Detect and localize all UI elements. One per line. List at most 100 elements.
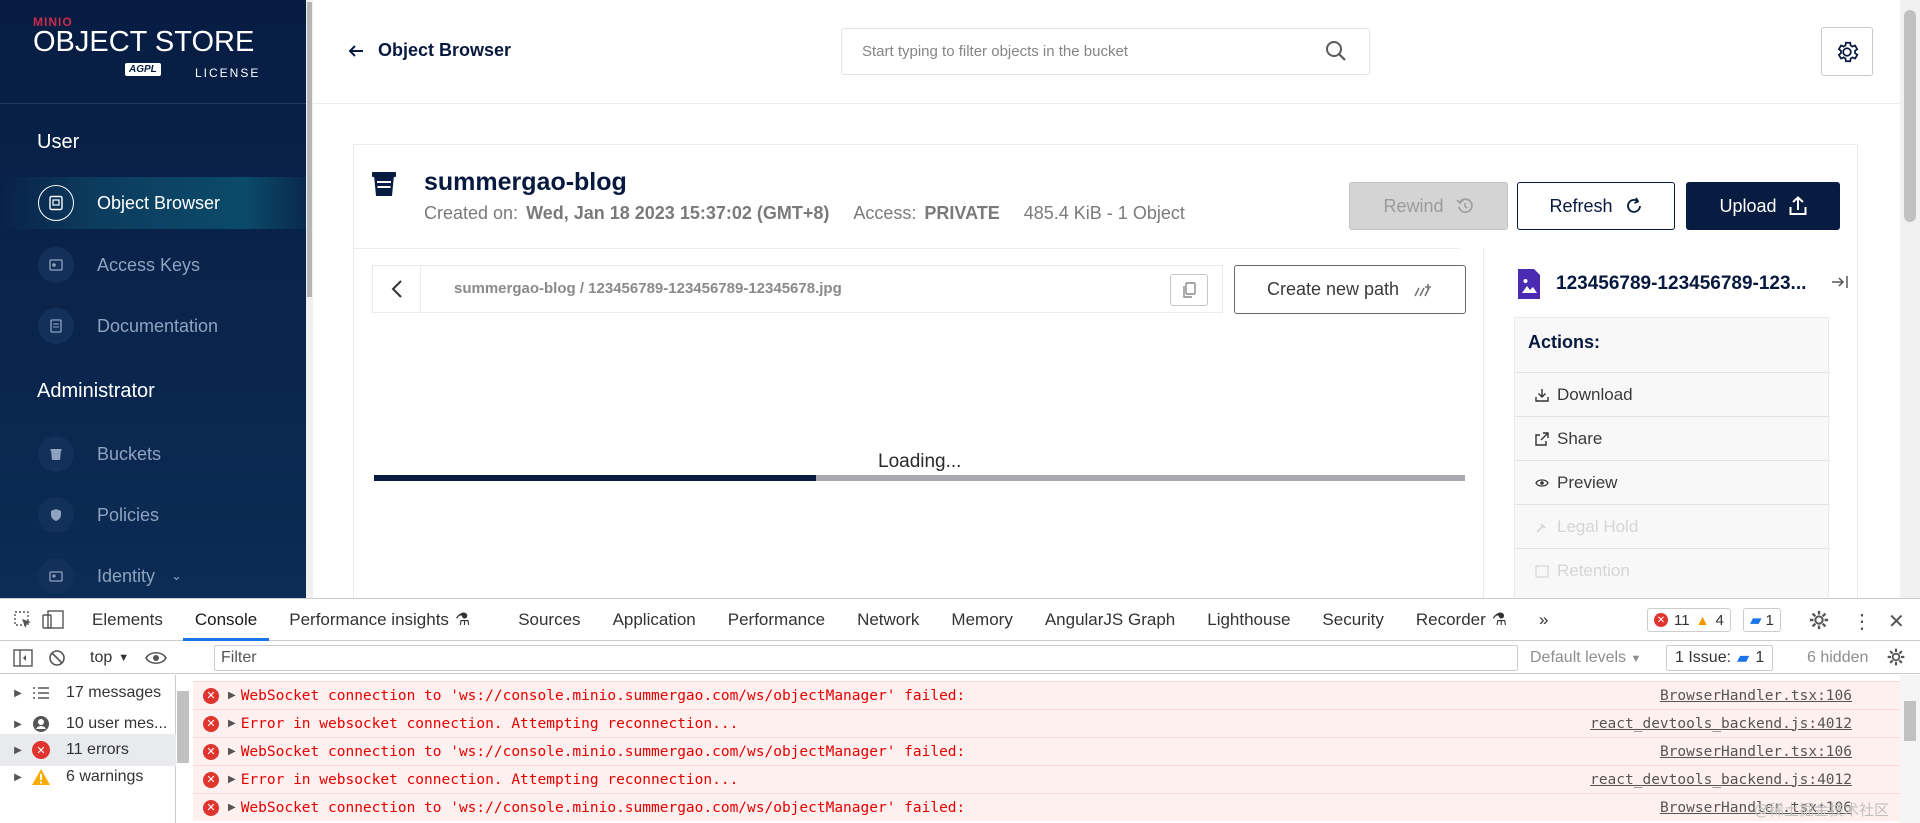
log-source-link[interactable]: react_devtools_backend.js:4012 <box>1590 772 1852 788</box>
more-options-icon[interactable]: ⋮ <box>1852 609 1872 634</box>
tab-lighthouse[interactable]: Lighthouse <box>1191 599 1306 641</box>
console-log-scrollbar[interactable] <box>1900 675 1920 823</box>
sidebar-item-access-keys[interactable]: Access Keys <box>0 239 306 291</box>
sidebar-scrollbar[interactable] <box>306 0 313 598</box>
tab-performance-insights[interactable]: Performance insights ⚗ <box>273 599 486 641</box>
log-message: Error in websocket connection. Attemptin… <box>240 715 739 732</box>
console-settings-icon[interactable] <box>1886 647 1906 667</box>
tab-label: Lighthouse <box>1207 609 1291 629</box>
device-toolbar-icon[interactable] <box>40 607 66 633</box>
issues-button[interactable]: 1 Issue: ▰ 1 <box>1666 645 1774 671</box>
object-browser-icon <box>38 185 74 221</box>
console-log: ✕ ▶ WebSocket connection to 'ws://console… <box>193 675 1900 823</box>
back-link[interactable]: Object Browser <box>348 40 511 61</box>
tab-angularjs-graph[interactable]: AngularJS Graph <box>1029 599 1191 641</box>
tab-console[interactable]: Console <box>179 599 273 641</box>
breadcrumb: summergao-blog / 123456789-123456789-123… <box>372 265 1223 313</box>
log-levels-dropdown[interactable]: Default levels ▼ <box>1530 649 1641 667</box>
filter-placeholder: Filter <box>221 649 257 666</box>
documentation-icon <box>38 308 74 344</box>
close-devtools-icon[interactable]: ✕ <box>1888 609 1905 634</box>
tab-elements[interactable]: Elements <box>76 599 179 641</box>
search-box[interactable] <box>841 28 1370 75</box>
tab-network[interactable]: Network <box>841 599 935 641</box>
tab-security[interactable]: Security <box>1306 599 1399 641</box>
watermark: @稀土掘金技术社区 <box>1754 801 1890 819</box>
chevron-down-icon[interactable]: ⌄ <box>171 568 182 584</box>
expand-triangle-icon: ▶ <box>228 774 236 785</box>
bucket-icon <box>371 170 397 198</box>
chevron-left-icon <box>391 280 402 298</box>
tab-label: Security <box>1322 609 1384 629</box>
sidebar-section-administrator: Administrator <box>37 380 155 402</box>
message-counter[interactable]: ▰ 1 <box>1743 608 1781 632</box>
log-message: Error in websocket connection. Attemptin… <box>240 771 739 788</box>
tab-label: Recorder <box>1415 609 1486 629</box>
console-sidebar-messages[interactable]: ▶ 17 messages <box>0 677 176 709</box>
sidebar-item-policies[interactable]: Policies <box>0 489 306 541</box>
issue-counter[interactable]: ✕ 11 ▲ 4 <box>1647 608 1731 632</box>
upload-label: Upload <box>1719 195 1777 216</box>
inspect-element-icon[interactable] <box>10 607 36 633</box>
console-sidebar-warnings[interactable]: ▶ 6 warnings <box>0 761 176 793</box>
tab-label: Performance insights <box>289 609 449 629</box>
share-icon <box>1535 431 1549 446</box>
minio-logo[interactable]: MINIO OBJECT STORE AGPL LICENSE <box>33 15 258 80</box>
experiment-flask-icon: ⚗ <box>454 609 471 629</box>
devtools-settings-icon[interactable] <box>1808 609 1830 631</box>
warning-icon: ▲ <box>1695 612 1710 628</box>
sidebar-item-identity[interactable]: Identity ⌄ <box>0 550 306 598</box>
search-input[interactable] <box>862 43 1302 60</box>
breadcrumb-back-button[interactable] <box>373 266 421 312</box>
refresh-button[interactable]: Refresh <box>1517 182 1675 230</box>
create-new-path-button[interactable]: Create new path <box>1234 265 1466 314</box>
sidebar-item-object-browser[interactable]: Object Browser <box>0 177 306 229</box>
live-expression-eye-icon[interactable] <box>143 645 169 671</box>
log-source-link[interactable]: BrowserHandler.tsx:106 <box>1660 688 1852 704</box>
sidebar-item-buckets[interactable]: Buckets <box>0 428 306 480</box>
search-icon[interactable] <box>1325 40 1347 62</box>
log-source-link[interactable]: BrowserHandler.tsx:106 <box>1660 744 1852 760</box>
console-error-row[interactable]: ✕ ▶ Error in websocket connection. Attemp… <box>193 765 1900 793</box>
console-error-row[interactable]: ✕ ▶ WebSocket connection to 'ws://console… <box>193 793 1900 821</box>
action-download[interactable]: Download <box>1515 372 1830 416</box>
refresh-label: Refresh <box>1549 195 1613 216</box>
upload-button[interactable]: Upload <box>1686 182 1840 230</box>
tab-memory[interactable]: Memory <box>935 599 1028 641</box>
console-sidebar-scrollbar[interactable] <box>175 675 191 823</box>
sidebar-item-label: Identity <box>97 565 156 586</box>
tab-label: Elements <box>92 609 163 629</box>
error-icon: ✕ <box>203 743 219 760</box>
message-count: 1 <box>1765 611 1774 629</box>
tab-recorder[interactable]: Recorder ⚗ <box>1400 599 1523 641</box>
tab-performance[interactable]: Performance <box>712 599 841 641</box>
sidebar-item-label: Documentation <box>97 315 219 336</box>
console-error-row[interactable]: ✕ ▶ WebSocket connection to 'ws://console… <box>193 737 1900 765</box>
tab-application[interactable]: Application <box>597 599 712 641</box>
console-error-row[interactable]: ✕ ▶ Error in websocket connection. Attemp… <box>193 709 1900 737</box>
page-scrollbar[interactable] <box>1900 0 1920 598</box>
tab-label: Application <box>612 609 696 629</box>
eye-icon <box>1535 478 1549 487</box>
close-panel-icon[interactable] <box>1831 275 1849 289</box>
breadcrumb-path[interactable]: summergao-blog / 123456789-123456789-123… <box>454 280 842 297</box>
clear-console-icon[interactable] <box>44 645 70 671</box>
create-path-label: Create new path <box>1266 279 1400 299</box>
rewind-button[interactable]: Rewind <box>1349 182 1508 230</box>
sidebar-toggle-icon[interactable] <box>10 645 36 671</box>
action-share[interactable]: Share <box>1515 416 1830 460</box>
logo-agpl: AGPL <box>125 63 161 76</box>
bucket-icon <box>38 436 74 472</box>
context-selector[interactable]: top ▼ <box>90 649 129 667</box>
action-preview[interactable]: Preview <box>1515 460 1830 504</box>
tab-sources[interactable]: Sources <box>486 599 596 641</box>
settings-button[interactable] <box>1821 27 1873 76</box>
more-tabs-icon[interactable]: » <box>1523 599 1564 641</box>
log-source-link[interactable]: react_devtools_backend.js:4012 <box>1590 716 1852 732</box>
error-icon: ✕ <box>1654 613 1668 627</box>
console-filter-input[interactable]: Filter <box>214 645 1518 671</box>
console-error-row[interactable]: ✕ ▶ WebSocket connection to 'ws://console… <box>193 681 1900 709</box>
sidebar-item-documentation[interactable]: Documentation <box>0 300 306 352</box>
expand-triangle-icon: ▶ <box>14 718 22 730</box>
copy-path-button[interactable] <box>1170 274 1208 306</box>
